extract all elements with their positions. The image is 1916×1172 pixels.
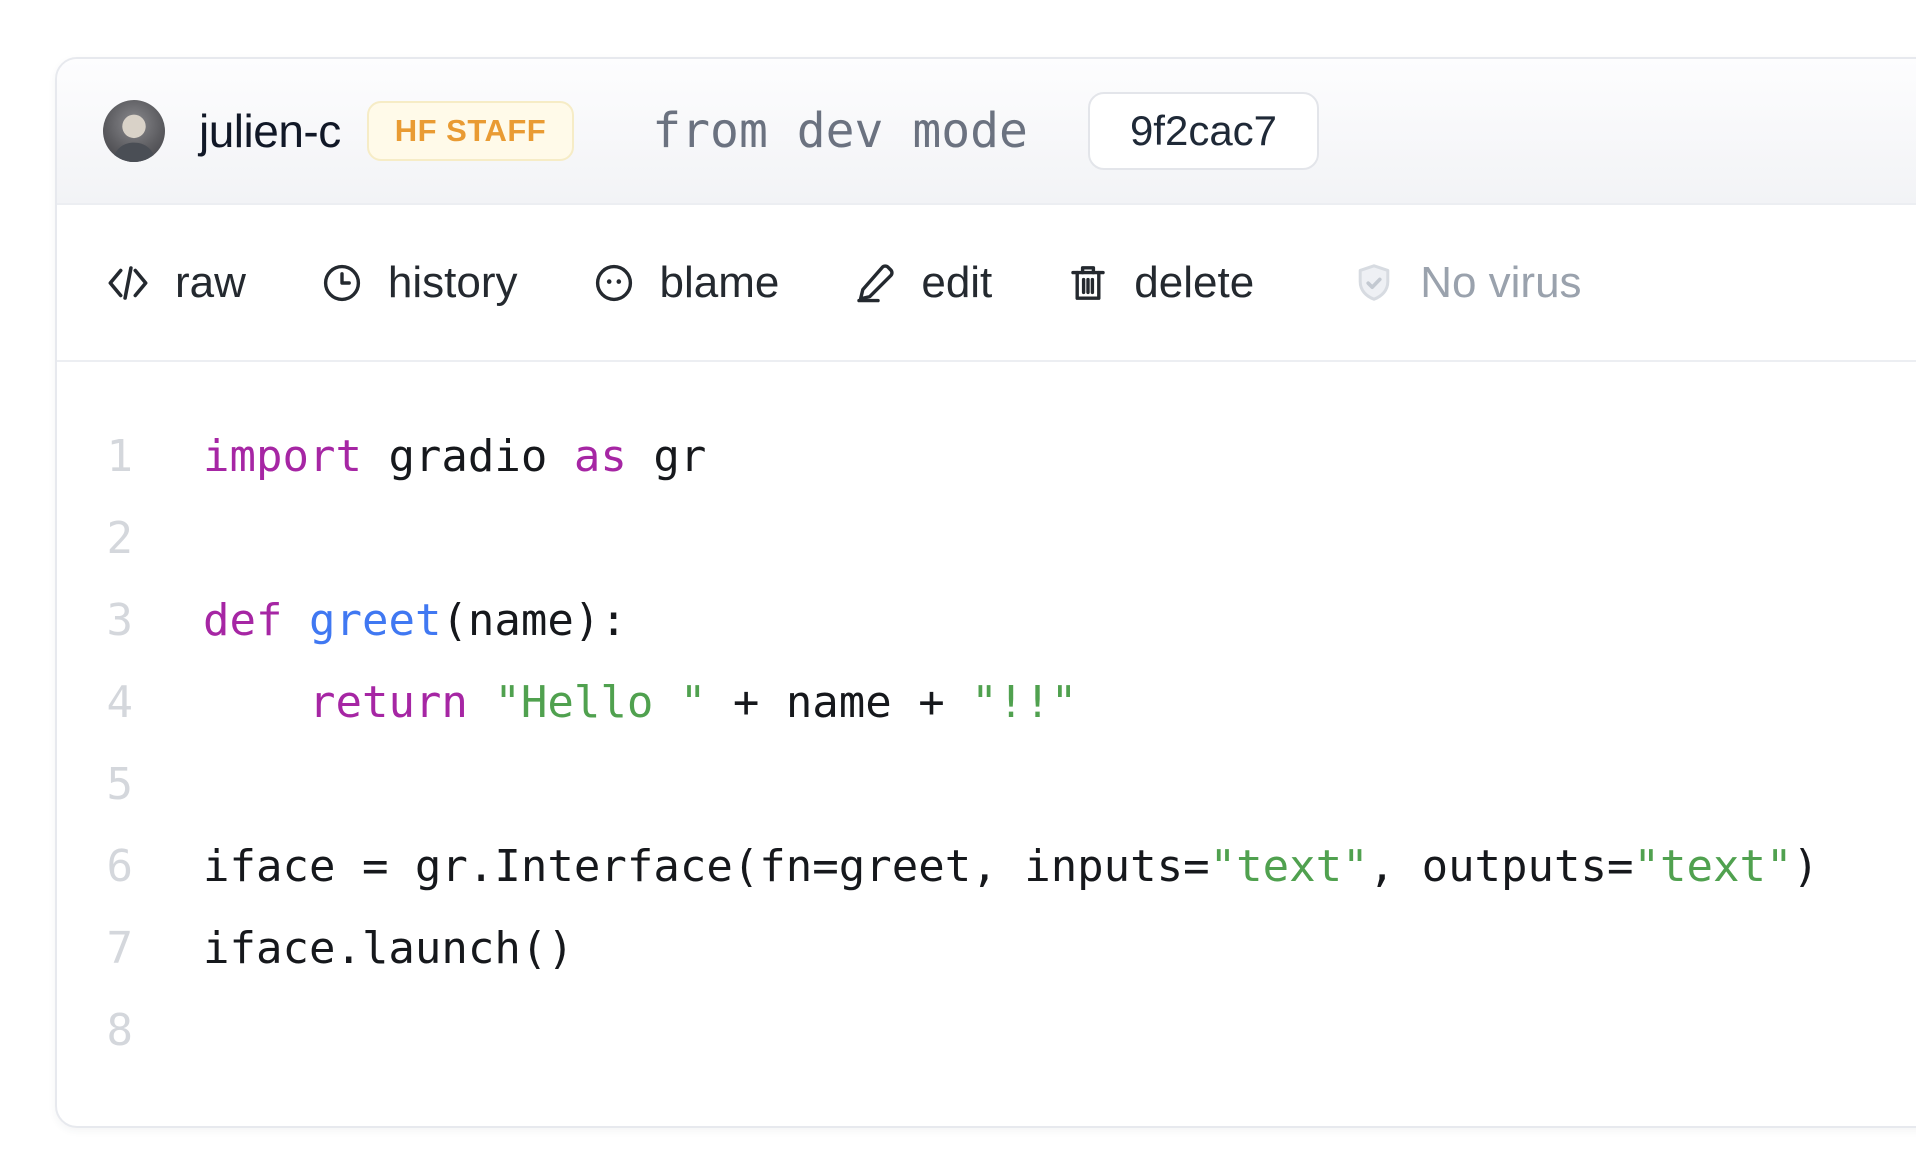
code-line: 1import gradio as gr (57, 416, 1916, 498)
toolbar-item-blame[interactable]: blame (590, 258, 780, 308)
code-line: 5 (57, 744, 1916, 826)
line-number[interactable]: 3 (57, 580, 133, 662)
code-line: 2 (57, 498, 1916, 580)
code-token: "text" (1210, 841, 1369, 892)
commit-header: julien-c HF STAFF from dev mode 9f2cac7 (57, 59, 1916, 205)
code-line: 6iface = gr.Interface(fn=greet, inputs="… (57, 826, 1916, 908)
code-token: gradio (362, 431, 574, 482)
line-number[interactable]: 8 (57, 990, 133, 1072)
code-line-content: iface.launch() (133, 908, 1916, 990)
face-icon (590, 259, 638, 307)
code-icon (103, 258, 153, 308)
code-line-content (133, 990, 1916, 1072)
code-line: 3def greet(name): (57, 580, 1916, 662)
code-token: iface = gr.Interface(fn=greet, inputs= (203, 841, 1210, 892)
code-token: greet (309, 595, 441, 646)
toolbar-item-edit[interactable]: edit (851, 258, 992, 308)
code-line-content: iface = gr.Interface(fn=greet, inputs="t… (133, 826, 1916, 908)
code-line: 8 (57, 990, 1916, 1072)
code-line-content: def greet(name): (133, 580, 1916, 662)
toolbar-item-label: history (388, 258, 518, 308)
person-icon (103, 106, 165, 162)
toolbar-item-label: No virus (1420, 258, 1581, 308)
line-number[interactable]: 2 (57, 498, 133, 580)
code-line: 7 iface.launch() (57, 908, 1916, 990)
toolbar-item-label: delete (1134, 258, 1254, 308)
commit-message: from dev mode (652, 103, 1028, 159)
code-line-content (133, 498, 1916, 580)
code-token: "text" (1634, 841, 1793, 892)
toolbar-item-label: raw (175, 258, 246, 308)
avatar[interactable] (103, 100, 165, 162)
code-token: "!!" (971, 677, 1077, 728)
code-token: import (203, 431, 362, 482)
line-number[interactable]: 4 (57, 662, 133, 744)
code-token: return (309, 677, 468, 728)
toolbar-item-delete[interactable]: delete (1064, 258, 1254, 308)
pencil-icon (851, 259, 899, 307)
code-token: as (574, 431, 627, 482)
line-number[interactable]: 7 (57, 908, 133, 990)
hf-staff-badge: HF STAFF (367, 101, 575, 161)
page: { "header": { "username": "julien-c", "b… (0, 0, 1916, 1172)
commit-hash-button[interactable]: 9f2cac7 (1088, 92, 1319, 170)
code-viewer: 1import gradio as gr23def greet(name):4 … (57, 362, 1916, 1128)
code-line-content: return "Hello " + name + "!!" (133, 662, 1916, 744)
code-token: "Hello " (494, 677, 706, 728)
line-number[interactable]: 5 (57, 744, 133, 826)
username-link[interactable]: julien-c (199, 104, 341, 158)
toolbar-item-no-virus: No virus (1350, 258, 1581, 308)
code-line: 4 return "Hello " + name + "!!" (57, 662, 1916, 744)
shield-check-icon (1350, 259, 1398, 307)
toolbar-item-raw[interactable]: raw (103, 258, 246, 308)
line-number[interactable]: 1 (57, 416, 133, 498)
line-number[interactable]: 6 (57, 826, 133, 908)
code-line-content (133, 744, 1916, 826)
trash-icon (1064, 259, 1112, 307)
code-line-content: import gradio as gr (133, 416, 1916, 498)
toolbar-item-label: blame (660, 258, 780, 308)
code-token (203, 677, 309, 728)
code-token: , outputs= (1369, 841, 1634, 892)
code-token: iface.launch() (203, 923, 574, 974)
code-token (282, 595, 309, 646)
toolbar-item-history[interactable]: history (318, 258, 518, 308)
code-token: ) (1792, 841, 1819, 892)
code-token (468, 677, 495, 728)
file-toolbar: raw history blame edit delete No virus (57, 205, 1916, 362)
code-token: gr (627, 431, 706, 482)
clock-icon (318, 259, 366, 307)
code-token: + name + (706, 677, 971, 728)
toolbar-item-label: edit (921, 258, 992, 308)
code-token: def (203, 595, 282, 646)
file-viewer-card: julien-c HF STAFF from dev mode 9f2cac7 … (55, 57, 1916, 1128)
code-token: (name): (441, 595, 626, 646)
